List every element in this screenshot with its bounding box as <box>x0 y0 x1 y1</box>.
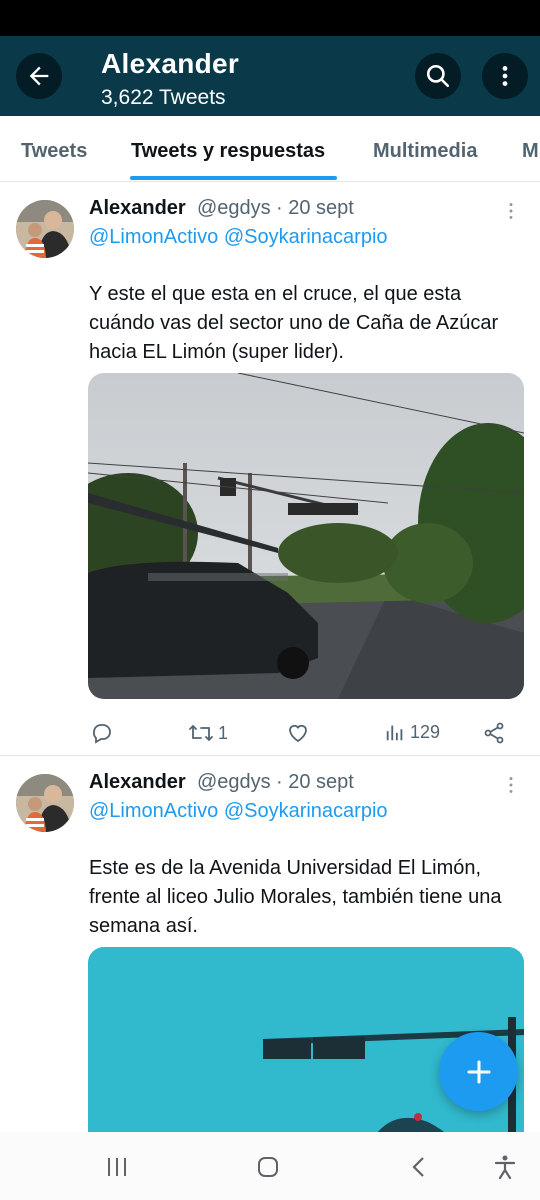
more-vertical-icon <box>509 203 513 219</box>
back-nav-button[interactable] <box>404 1152 434 1182</box>
back-button[interactable] <box>16 53 62 99</box>
tweet-author-handle[interactable]: @egdys <box>197 771 271 794</box>
tab-indicator <box>130 176 337 180</box>
views-button[interactable]: 129 <box>384 721 440 743</box>
view-count: 129 <box>410 721 441 742</box>
reply-button[interactable] <box>90 721 118 745</box>
mention-link[interactable]: @Soykarinacarpio <box>224 800 388 822</box>
recent-apps-button[interactable] <box>102 1152 132 1182</box>
recent-apps-icon <box>108 1158 126 1176</box>
more-options-button[interactable] <box>482 53 528 99</box>
tweet-author-name[interactable]: Alexander <box>89 771 186 794</box>
tab-tweets-replies[interactable]: Tweets y respuestas <box>131 140 325 163</box>
tweet-mentions: @LimonActivo @Soykarinacarpio <box>89 800 388 823</box>
tweet-more-button[interactable] <box>500 200 522 222</box>
tweet-date[interactable]: · 20 sept <box>276 771 354 794</box>
accessibility-button[interactable] <box>490 1152 520 1182</box>
back-icon <box>412 1157 424 1177</box>
home-icon <box>258 1157 278 1177</box>
profile-name: Alexander <box>101 48 240 79</box>
status-bar <box>0 0 540 36</box>
profile-tabs: Tweets Tweets y respuestas Multimedia M <box>0 116 540 182</box>
like-button[interactable] <box>286 721 314 745</box>
tab-media[interactable]: Multimedia <box>373 140 477 163</box>
home-button[interactable] <box>253 1152 283 1182</box>
tab-likes[interactable]: M <box>522 140 539 163</box>
tweet-author-handle[interactable]: @egdys <box>197 197 271 220</box>
tweet-date[interactable]: · 20 sept <box>276 197 354 220</box>
tweet-actions: 1 129 <box>88 721 528 751</box>
tweet-more-button[interactable] <box>500 774 522 796</box>
tweet-author-name[interactable]: Alexander <box>89 197 186 220</box>
tweet[interactable]: Alexander @egdys · 20 sept @LimonActivo … <box>0 182 540 756</box>
mention-link[interactable]: @LimonActivo <box>89 800 218 822</box>
system-nav-bar <box>0 1132 540 1200</box>
tweet-mentions: @LimonActivo @Soykarinacarpio <box>89 226 388 249</box>
retweet-count: 1 <box>218 722 229 743</box>
reply-icon <box>93 724 111 744</box>
tweet-text: Y este el que esta en el cruce, el que e… <box>89 283 499 363</box>
heart-icon <box>289 724 307 743</box>
more-vertical-icon <box>509 777 513 793</box>
arrow-left-icon <box>29 66 49 86</box>
more-vertical-icon <box>502 66 508 86</box>
plus-icon <box>467 1060 490 1083</box>
tweet-count: 3,622 Tweets <box>101 86 226 109</box>
avatar[interactable] <box>16 200 74 258</box>
avatar[interactable] <box>16 774 74 832</box>
tab-tweets[interactable]: Tweets <box>21 140 87 163</box>
retweet-icon <box>189 724 213 742</box>
profile-header: Alexander 3,622 Tweets <box>0 36 540 116</box>
retweet-button[interactable]: 1 <box>188 721 228 745</box>
mention-link[interactable]: @Soykarinacarpio <box>224 226 388 248</box>
tweet-image[interactable] <box>88 373 524 699</box>
share-icon <box>484 722 504 744</box>
search-button[interactable] <box>415 53 461 99</box>
views-icon <box>386 725 403 741</box>
share-button[interactable] <box>482 721 506 745</box>
mention-link[interactable]: @LimonActivo <box>89 226 218 248</box>
accessibility-icon <box>494 1155 516 1180</box>
search-icon <box>426 64 450 88</box>
compose-tweet-button[interactable] <box>439 1032 518 1111</box>
tweet-text: Este es de la Avenida Universidad El Lim… <box>89 857 502 937</box>
